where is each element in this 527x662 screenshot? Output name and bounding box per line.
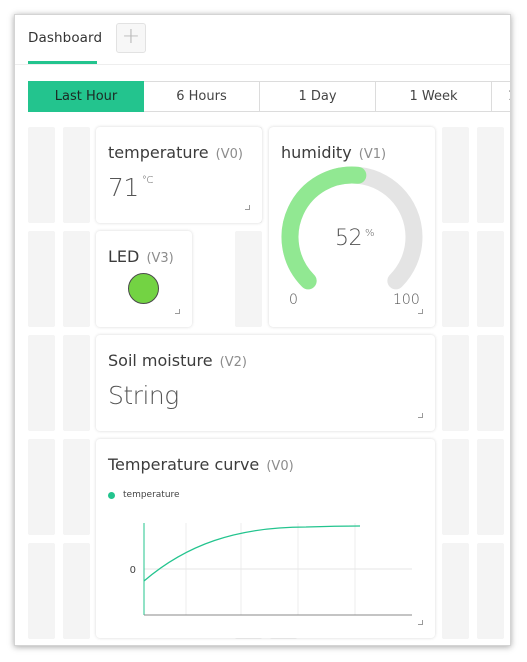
chart-series-line-temperature [143,525,361,582]
soil-moisture-widget[interactable]: Soil moisture (V2) String [96,335,435,431]
grid-cell [28,439,55,535]
chart-plot: 0 [130,523,412,616]
temperature-chart-widget[interactable]: Temperature curve (V0) temperature 0 [96,439,435,638]
grid-cell [28,543,55,639]
grid-cell [28,231,55,327]
tab-bar: Dashboard + [15,15,510,65]
grid-cell [477,127,504,223]
resize-handle-icon[interactable] [418,620,423,625]
add-tab-button[interactable]: + [116,23,146,53]
widget-pin: (V3) [146,251,174,266]
dashboard-window: Dashboard + Last Hour 6 Hours 1 Day 1 We… [14,14,511,646]
period-1-week-button[interactable]: 1 Week [376,81,492,112]
grid-cell [63,543,90,639]
grid-cell [63,231,90,327]
grid-cell [477,335,504,431]
grid-cell [442,335,469,431]
temperature-unit: °C [141,175,153,186]
soil-moisture-value: String [108,381,179,410]
grid-cell [63,439,90,535]
widget-title: temperature (V0) [108,143,243,162]
period-last-hour-button[interactable]: Last Hour [28,81,144,112]
widget-pin: (V0) [215,147,243,162]
grid-cell [442,127,469,223]
grid-cell [477,543,504,639]
temperature-widget[interactable]: temperature (V0) 71 °C [96,127,262,223]
grid-cell [477,439,504,535]
widget-title: LED (V3) [108,247,174,266]
grid-cell [28,335,55,431]
period-more-button[interactable]: 1 [492,81,510,112]
widget-title-text: Soil moisture [108,351,213,370]
led-indicator [128,273,159,304]
temperature-value: 71 [108,173,139,202]
humidity-value: 52 [335,226,363,251]
widget-pin: (V2) [219,355,247,370]
gauge-min-label: 0 [289,292,298,308]
period-6-hours-button[interactable]: 6 Hours [144,81,260,112]
plus-icon: + [121,24,141,49]
widget-title-text: temperature [108,143,209,162]
resize-handle-icon[interactable] [418,413,423,418]
grid-cell [442,543,469,639]
grid-cell [477,231,504,327]
humidity-unit: % [365,228,375,239]
resize-handle-icon[interactable] [175,309,180,314]
humidity-gauge-widget[interactable]: humidity (V1) 52% 0 100 [269,127,435,327]
period-1-day-button[interactable]: 1 Day [260,81,376,112]
tab-dashboard[interactable]: Dashboard [28,15,102,65]
temperature-value-display: 71 °C [108,173,153,202]
chart-y-tick-label: 0 [130,565,136,576]
led-widget[interactable]: LED (V3) [96,231,192,327]
grid-cell [63,335,90,431]
widget-title: Soil moisture (V2) [108,351,247,370]
widget-title-text: LED [108,247,140,266]
grid-cell [442,231,469,327]
grid-cell [235,231,262,327]
resize-handle-icon[interactable] [245,205,250,210]
grid-cell [442,439,469,535]
humidity-value-display: 52% [335,226,375,251]
grid-cell [63,127,90,223]
grid-cell [28,127,55,223]
active-tab-indicator [28,61,97,64]
gauge-max-label: 100 [393,292,420,308]
time-period-selector: Last Hour 6 Hours 1 Day 1 Week 1 [28,81,510,112]
resize-handle-icon[interactable] [418,309,423,314]
